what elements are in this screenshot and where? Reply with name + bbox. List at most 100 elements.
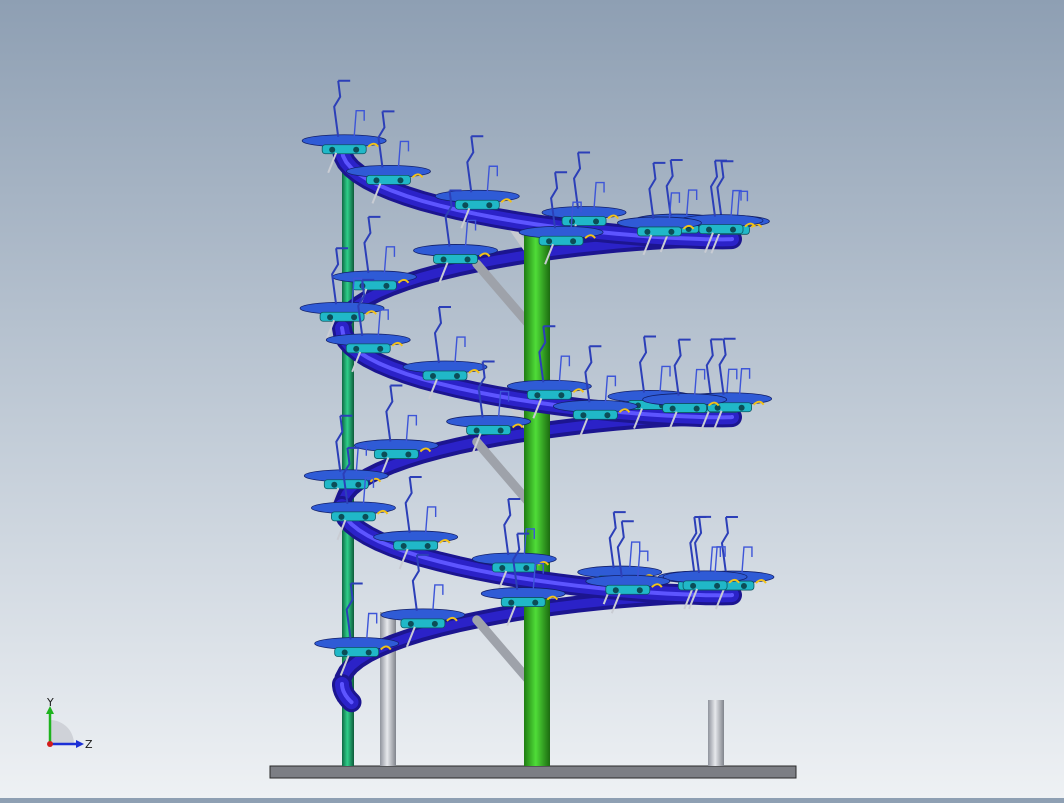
- trolley-wheel: [429, 373, 436, 380]
- trolley-wheel: [424, 542, 431, 549]
- trolley-wheel: [706, 226, 713, 233]
- coordinate-triad: Y Z: [46, 698, 93, 751]
- bike-handle-frame: [593, 181, 605, 209]
- trolley-mechanism: [393, 540, 439, 551]
- bike-handle-frame: [726, 368, 738, 396]
- bike-handle-frame: [353, 110, 365, 137]
- trolley-wheel: [462, 202, 469, 209]
- trolley-wheel: [534, 392, 541, 399]
- trolley-wheel: [668, 228, 675, 235]
- support-leg-right[interactable]: [708, 700, 724, 766]
- bike-handle-frame: [365, 612, 378, 640]
- trolley-wheel: [604, 412, 611, 419]
- trolley-wheel: [714, 582, 721, 589]
- trolley-mechanism: [352, 280, 397, 291]
- trolley-wheel: [738, 404, 745, 411]
- bike-handle-frame: [466, 135, 484, 193]
- trolley-mechanism: [373, 449, 419, 459]
- trolley-wheel: [612, 587, 619, 594]
- trolley-wheel: [331, 481, 338, 488]
- trolley-mechanism: [561, 216, 607, 226]
- trolley-wheel: [431, 620, 438, 627]
- trolley-mechanism: [323, 479, 369, 490]
- trolley-wheel: [327, 314, 334, 321]
- trolley-mechanism: [422, 370, 468, 381]
- bike-handle-frame: [454, 336, 466, 364]
- trolley-wheel: [351, 314, 358, 321]
- trolley-wheel: [546, 238, 553, 245]
- bike-handle-frame: [503, 497, 521, 556]
- trolley-wheel: [405, 451, 412, 458]
- bike-handle-frame: [424, 506, 437, 534]
- trolley-mechanism: [662, 403, 708, 413]
- platform-bracket: [327, 152, 338, 174]
- trolley-mechanism: [526, 389, 572, 400]
- x-axis-dot: [47, 741, 53, 747]
- trolley-wheel: [338, 513, 345, 520]
- trolley-wheel: [373, 177, 380, 184]
- cad-viewport[interactable]: Y Z: [0, 0, 1064, 798]
- trolley-wheel: [593, 218, 600, 225]
- bike-handle-frame: [741, 546, 753, 574]
- trolley-mechanism: [500, 597, 546, 607]
- triad-quadrant: [50, 720, 74, 744]
- trolley-wheel: [690, 582, 697, 589]
- trolley-mechanism: [605, 584, 651, 595]
- bike-handle-frame: [673, 338, 691, 396]
- trolley-mechanism: [682, 580, 728, 591]
- bike-handle-frame: [383, 246, 396, 273]
- trolley-mechanism: [454, 199, 500, 210]
- trolley-mechanism: [433, 254, 478, 264]
- bike-handle-frame: [665, 159, 683, 217]
- z-axis-label: Z: [85, 738, 93, 751]
- center-column[interactable]: [524, 225, 550, 766]
- trolley-mechanism: [400, 618, 446, 629]
- bike-handle-frame: [685, 189, 698, 217]
- trolley-wheel: [353, 146, 360, 153]
- bike-handle-frame: [709, 159, 728, 217]
- trolley-wheel: [644, 228, 651, 235]
- z-axis-arrowhead: [76, 740, 84, 748]
- bike-handle-frame: [693, 368, 706, 396]
- trolley-mechanism: [572, 409, 618, 420]
- trolley-wheel: [730, 226, 737, 233]
- bike-handle-frame: [720, 516, 738, 574]
- trolley-wheel: [407, 620, 414, 627]
- bike-handle-frame: [558, 355, 571, 383]
- trolley-wheel: [693, 405, 700, 412]
- trolley-wheel: [570, 238, 577, 245]
- trolley-mechanism: [319, 311, 365, 322]
- bike-handle-frame: [333, 79, 351, 137]
- trolley-wheel: [473, 427, 480, 434]
- trolley-wheel: [381, 451, 388, 458]
- bike-handle-frame: [385, 384, 403, 442]
- bike-handle-frame: [377, 309, 389, 336]
- trolley-wheel: [453, 373, 460, 380]
- bike-handle-frame: [573, 151, 591, 209]
- trolley-wheel: [400, 542, 407, 549]
- bike-handle-frame: [486, 165, 498, 193]
- trolley-wheel: [383, 282, 390, 289]
- bike-handle-frame: [405, 414, 418, 442]
- bike-handle-frame: [659, 365, 671, 393]
- trolley-wheel: [486, 202, 493, 209]
- trolley-wheel: [532, 599, 539, 606]
- trolley-mechanism: [345, 343, 391, 354]
- bike-handle-frame: [736, 190, 749, 218]
- trolley-wheel: [740, 583, 747, 590]
- bike-handle-frame: [363, 215, 381, 273]
- trolley-wheel: [669, 405, 676, 412]
- trolley-wheel: [440, 256, 447, 263]
- bike-handle-frame: [584, 345, 602, 403]
- trolley-wheel: [397, 177, 404, 184]
- trolley-mechanism: [366, 175, 411, 185]
- base-plate[interactable]: [269, 765, 797, 779]
- spiral-bike-rack-model[interactable]: [0, 0, 1064, 798]
- trolley-wheel: [341, 649, 348, 656]
- y-axis-label: Y: [46, 698, 54, 709]
- bike-handle-frame: [433, 306, 451, 364]
- bike-handle-frame: [648, 161, 666, 220]
- trolley-wheel: [497, 427, 504, 434]
- trolley-wheel: [362, 513, 369, 520]
- bike-handle-frame: [738, 368, 751, 395]
